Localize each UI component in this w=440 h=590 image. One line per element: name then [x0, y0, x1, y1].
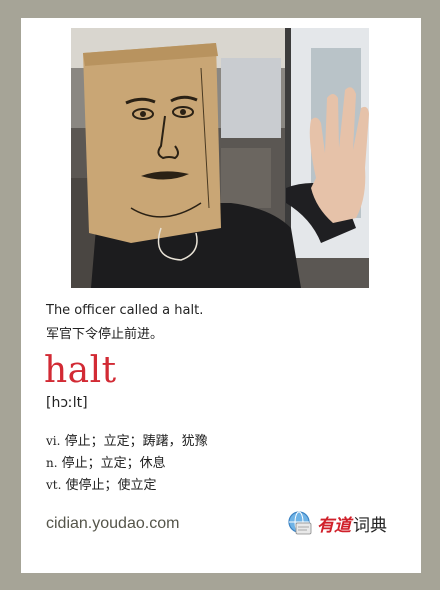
definition-row: vi. 停止；立定；踌躇，犹豫: [46, 430, 208, 452]
site-url: cidian.youdao.com: [46, 515, 180, 532]
definition-text: 使停止；使立定: [61, 478, 157, 493]
definition-row: vt. 使停止；使立定: [46, 474, 208, 496]
phonetic-transcription: [hɔːlt]: [46, 395, 88, 411]
paper-bag-mask-photo: [71, 28, 369, 288]
definition-text: 停止；立定；休息: [57, 456, 166, 471]
example-sentence-english: The officer called a halt.: [46, 303, 204, 318]
definition-row: n. 停止；立定；休息: [46, 452, 208, 474]
headword: halt: [44, 350, 117, 391]
illustration-photo: [71, 28, 369, 288]
part-of-speech: vi.: [46, 434, 61, 448]
part-of-speech: vt.: [46, 478, 62, 492]
logo-dict-text: 词典: [353, 515, 387, 536]
part-of-speech: n.: [46, 456, 58, 470]
definition-text: 停止；立定；踌躇，犹豫: [60, 434, 208, 449]
word-card: The officer called a halt. 军官下令停止前进。 hal…: [21, 18, 421, 573]
example-sentence-chinese: 军官下令停止前进。: [46, 327, 164, 342]
definitions-list: vi. 停止；立定；踌躇，犹豫 n. 停止；立定；休息 vt. 使停止；使立定: [46, 430, 208, 496]
logo-brand-text: 有道: [317, 515, 351, 536]
youdao-dict-logo: 有道 词典: [287, 510, 387, 536]
youdao-globe-icon: [288, 511, 312, 535]
